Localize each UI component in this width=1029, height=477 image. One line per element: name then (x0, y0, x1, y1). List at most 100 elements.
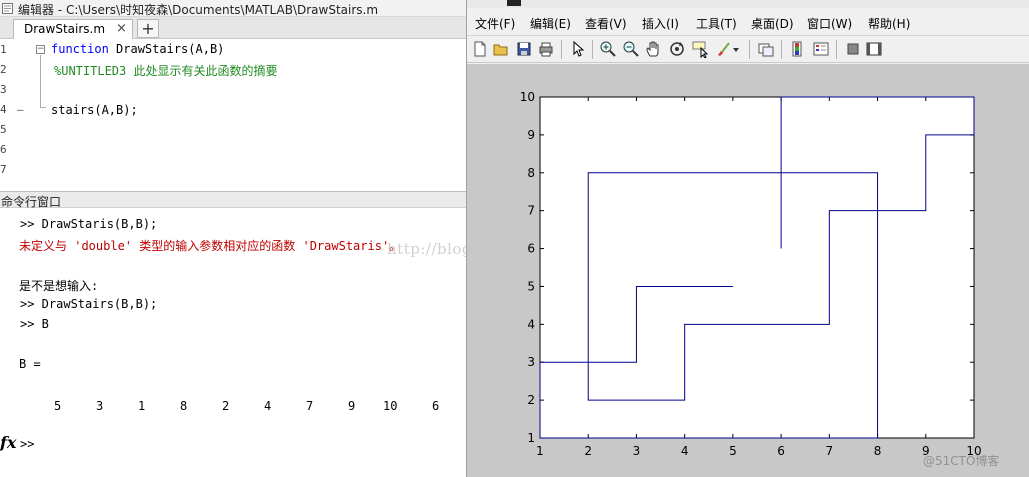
figure-window-icon (507, 0, 521, 6)
menu-view[interactable]: 查看(V) (585, 15, 627, 32)
hide-plot-tools-icon[interactable] (844, 40, 862, 58)
keyword-function: function (51, 42, 109, 56)
y-tick-label: 1 (527, 431, 535, 445)
axes-box[interactable] (539, 96, 975, 439)
menu-file[interactable]: 文件(F) (475, 15, 515, 32)
line-number: 5 (0, 123, 7, 136)
fold-guide-end (40, 107, 46, 108)
code-line-1: function DrawStairs(A,B) (51, 42, 224, 56)
zoom-out-icon[interactable] (622, 40, 640, 58)
menu-insert[interactable]: 插入(I) (642, 15, 679, 32)
insert-legend-icon[interactable] (812, 40, 830, 58)
tab-drawstairs[interactable]: DrawStairs.m × (13, 19, 133, 39)
command-prompt[interactable]: >> (20, 437, 34, 451)
toolbar-separator (592, 40, 593, 59)
executable-line-marker: – (17, 103, 24, 116)
editor-app-icon (2, 3, 13, 14)
figure-menubar: 文件(F) 编辑(E) 查看(V) 插入(I) 工具(T) 桌面(D) 窗口(W… (467, 10, 1029, 34)
pan-hand-icon[interactable] (645, 40, 663, 58)
data-cursor-icon[interactable] (691, 40, 709, 58)
figure-toolbar (467, 35, 1029, 63)
code-editor[interactable]: 1 2 3 4 5 6 7 – − function DrawStairs(A,… (0, 40, 466, 185)
menu-desktop[interactable]: 桌面(D) (751, 15, 794, 32)
y-tick-label: 5 (527, 279, 535, 293)
b-value: 9 (348, 399, 356, 413)
b-value: 6 (432, 399, 440, 413)
command-window-title: 命令行窗口 (1, 195, 62, 209)
print-icon[interactable] (537, 40, 555, 58)
figure-window: 文件(F) 编辑(E) 查看(V) 插入(I) 工具(T) 桌面(D) 窗口(W… (466, 0, 1029, 477)
y-tick-label: 2 (527, 393, 535, 407)
site-watermark: @51CTO博客 (923, 454, 1000, 468)
error-message: 未定义与 'double' 类型的输入参数相对应的函数 'DrawStaris'… (19, 239, 402, 253)
y-tick-label: 6 (527, 242, 535, 256)
new-figure-icon[interactable] (471, 40, 489, 58)
brush-dropdown-icon[interactable] (731, 40, 741, 58)
menu-tools[interactable]: 工具(T) (696, 15, 737, 32)
close-icon[interactable]: × (116, 21, 127, 36)
b-value: 10 (383, 399, 398, 413)
toolbar-separator (561, 40, 562, 59)
toolbar-separator (781, 40, 782, 59)
editor-window-title: 编辑器 - C:\Users\时知夜森\Documents\MATLAB\Dra… (18, 3, 379, 17)
b-value: 4 (264, 399, 272, 413)
command-window-header: 命令行窗口 (0, 191, 466, 209)
editor-titlebar: 编辑器 - C:\Users\时知夜森\Documents\MATLAB\Dra… (0, 0, 466, 17)
code-line-2-comment: %UNTITLED3 此处显示有关此函数的摘要 (54, 64, 278, 78)
y-tick-label: 10 (520, 90, 535, 104)
matlab-left-pane: 编辑器 - C:\Users\时知夜森\Documents\MATLAB\Dra… (0, 0, 622, 477)
b-value: 1 (138, 399, 146, 413)
command-history-line: >> B (20, 317, 49, 331)
b-value: 2 (222, 399, 230, 413)
variable-name-output: B = (19, 357, 41, 371)
y-tick-label: 3 (527, 355, 535, 369)
x-tick-label: 4 (681, 444, 689, 458)
suggested-command-link[interactable]: >> DrawStairs(B,B); (20, 297, 157, 311)
tab-label: DrawStairs.m (24, 22, 106, 36)
figure-canvas: 1 2 3 4 5 6 7 8 9 10 1 2 3 4 5 6 7 8 9 10 @51CTO博客 (467, 64, 1029, 477)
command-history-line: >> DrawStaris(B,B); (20, 217, 158, 231)
edit-plot-arrow-icon[interactable] (569, 40, 587, 58)
b-value: 7 (306, 399, 314, 413)
brush-icon[interactable] (714, 40, 732, 58)
line-number: 4 (0, 103, 7, 116)
b-value: 3 (96, 399, 104, 413)
menu-edit[interactable]: 编辑(E) (530, 15, 571, 32)
menu-help[interactable]: 帮助(H) (868, 15, 910, 32)
x-tick-label: 2 (584, 444, 592, 458)
x-tick-label: 6 (777, 444, 785, 458)
b-value: 5 (54, 399, 62, 413)
code-line-4: stairs(A,B); (51, 103, 138, 117)
function-browser-icon[interactable]: fx (0, 433, 16, 452)
y-tick-label: 7 (527, 204, 535, 218)
toolbar-separator (749, 40, 750, 59)
zoom-in-icon[interactable] (599, 40, 617, 58)
x-tick-label: 1 (536, 444, 544, 458)
b-value: 8 (180, 399, 188, 413)
link-plot-icon[interactable] (757, 40, 775, 58)
x-tick-label: 7 (826, 444, 834, 458)
fold-collapse-icon[interactable]: − (36, 45, 45, 54)
menu-window[interactable]: 窗口(W) (807, 15, 852, 32)
line-number: 6 (0, 143, 7, 156)
function-signature: DrawStairs(A,B) (108, 42, 225, 56)
x-tick-label: 5 (729, 444, 737, 458)
line-number: 2 (0, 63, 7, 76)
new-tab-button[interactable]: + (137, 19, 159, 38)
editor-tabbar: DrawStairs.m × + (0, 17, 466, 39)
y-tick-label: 4 (527, 317, 535, 331)
plot-area[interactable]: 1 2 3 4 5 6 7 8 9 1012345678910 (467, 64, 1029, 477)
open-file-icon[interactable] (492, 40, 510, 58)
x-tick-label: 3 (633, 444, 641, 458)
save-icon[interactable] (515, 40, 533, 58)
line-number: 7 (0, 163, 7, 176)
show-plot-tools-icon[interactable] (865, 40, 883, 58)
suggestion-text: 是不是想输入: (19, 279, 99, 293)
rotate-3d-icon[interactable] (668, 40, 686, 58)
insert-colorbar-icon[interactable] (789, 40, 807, 58)
y-tick-label: 9 (527, 128, 535, 142)
fold-guide (40, 55, 41, 107)
toolbar-separator (836, 40, 837, 59)
y-tick-label: 8 (527, 166, 535, 180)
figure-titlebar (467, 0, 1029, 8)
